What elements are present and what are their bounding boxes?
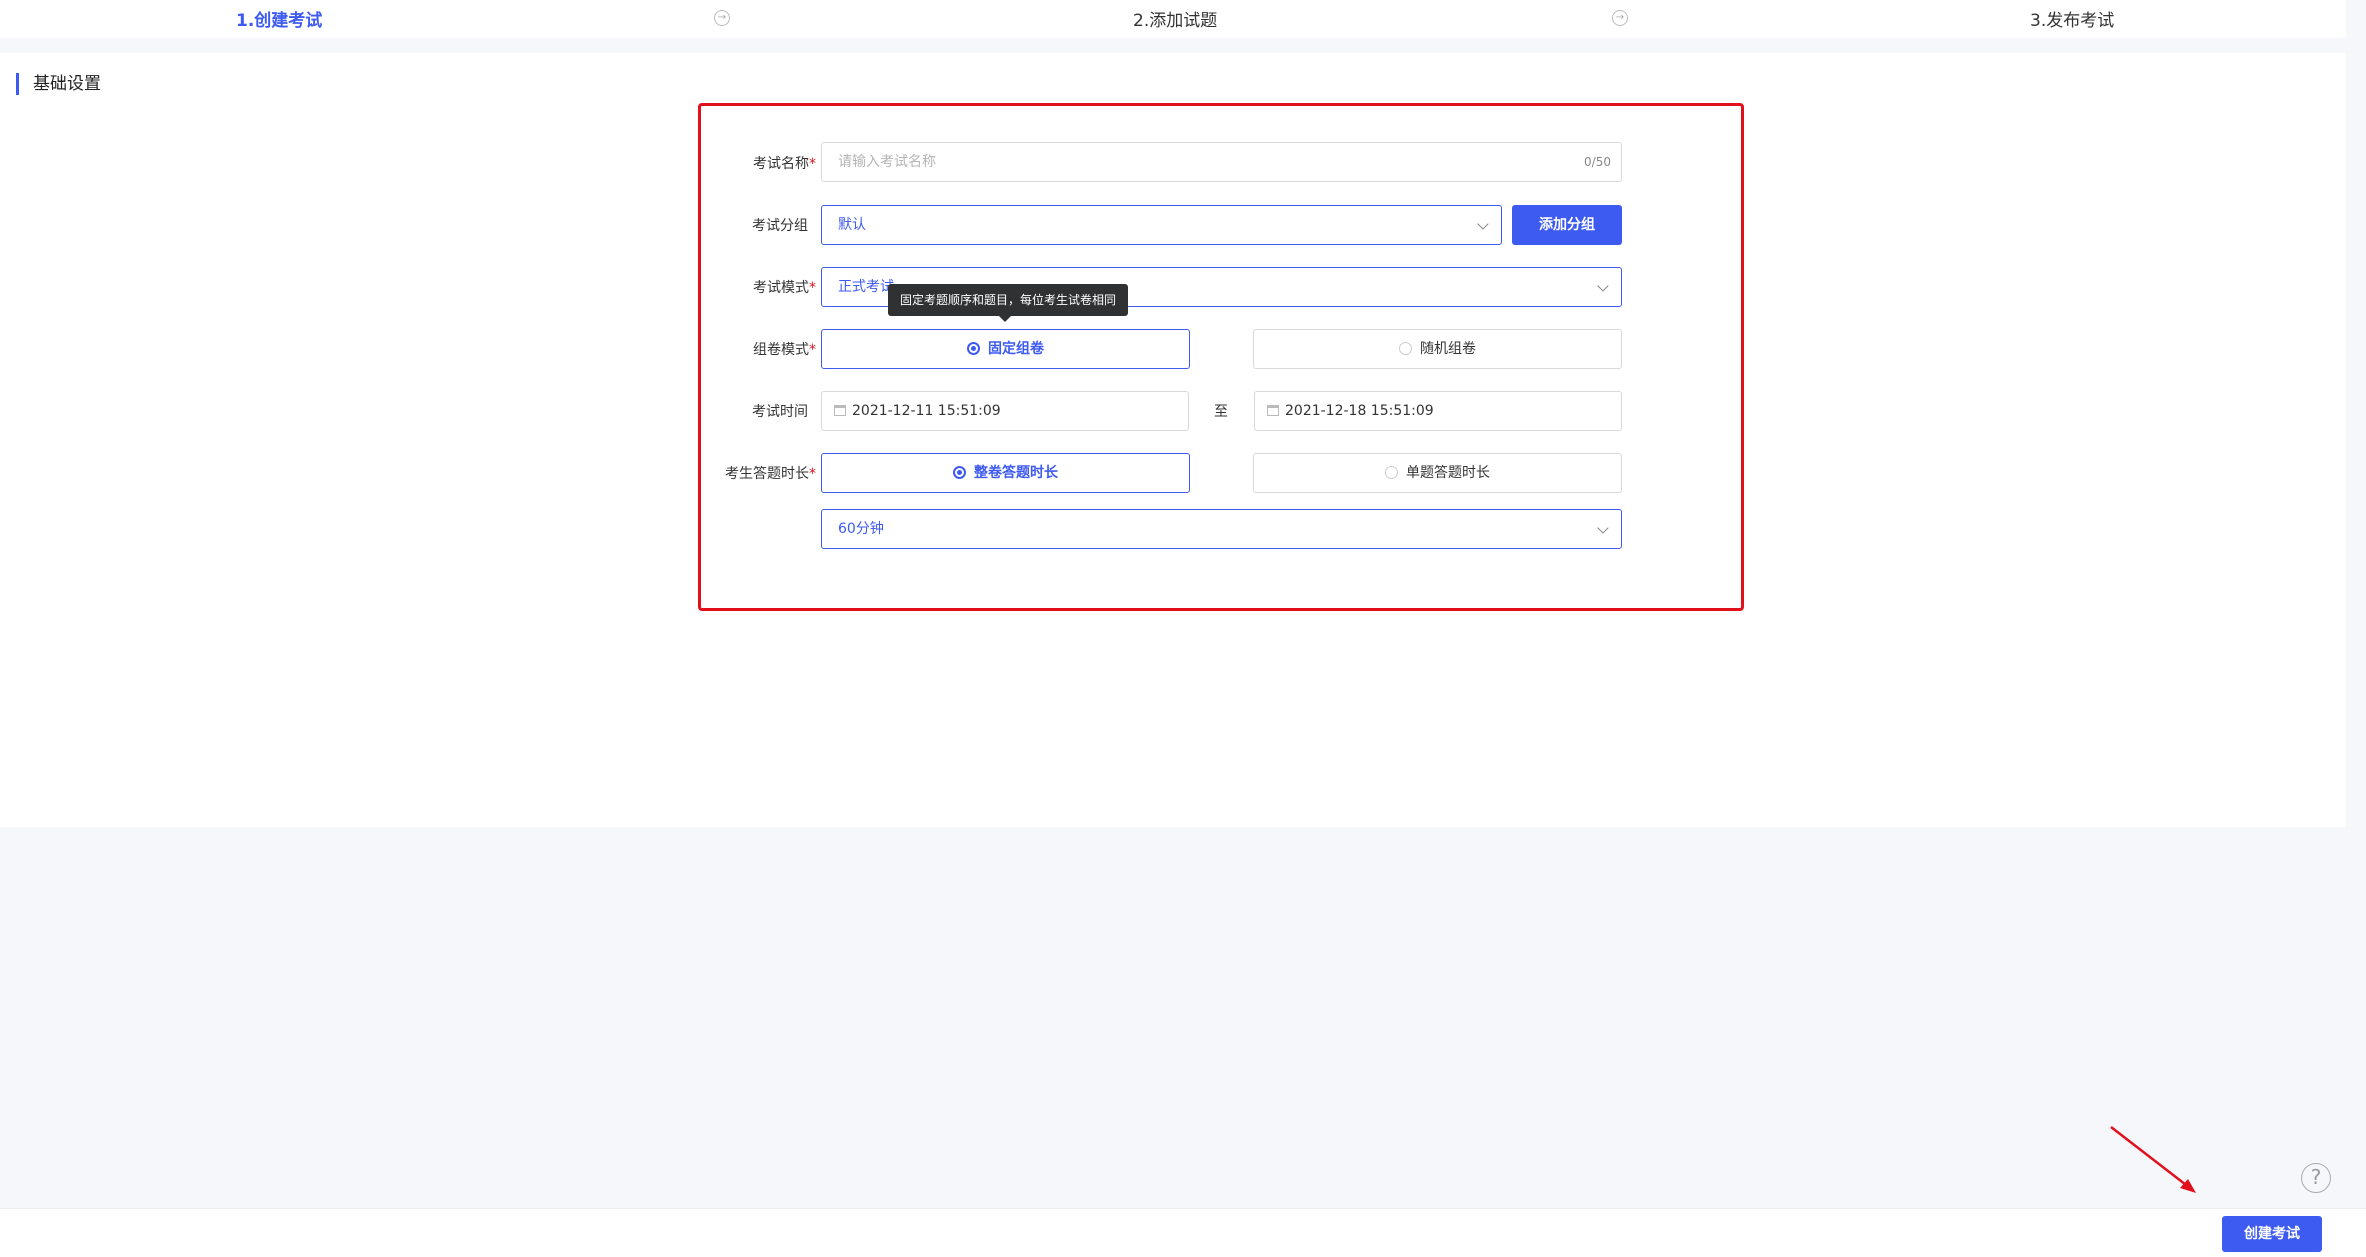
chevron-down-icon: [1477, 218, 1489, 230]
radio-fixed-paper[interactable]: 固定组卷: [821, 329, 1190, 369]
chevron-down-icon: [1597, 280, 1609, 292]
steps-bar: 1.创建考试 → 2.添加试题 → 3.发布考试: [0, 0, 2346, 38]
duration-select[interactable]: 60分钟: [821, 509, 1622, 549]
calendar-icon: [1267, 405, 1279, 416]
to-label: 至: [1214, 404, 1228, 420]
form-panel: 基础设置 考试名称* 请输入考试名称 0/50 考试分组 默认 添加分组 考试模…: [0, 53, 2346, 827]
footer-bar: 创建考试: [0, 1208, 2366, 1257]
exam-group-select[interactable]: 默认: [821, 205, 1502, 245]
exam-mode-label: 考试模式*: [753, 280, 816, 296]
step-add-questions[interactable]: 2.添加试题: [1133, 6, 1217, 31]
char-count: 0/50: [1584, 155, 1611, 169]
step-arrow-icon: →: [1612, 10, 1628, 26]
tooltip-arrow: [999, 316, 1011, 322]
radio-whole-paper-duration[interactable]: 整卷答题时长: [821, 453, 1190, 493]
radio-checked-icon: [953, 466, 966, 479]
radio-random-paper[interactable]: 随机组卷: [1253, 329, 1622, 369]
add-group-button[interactable]: 添加分组: [1512, 205, 1622, 245]
help-icon[interactable]: ?: [2301, 1163, 2331, 1193]
step-create-exam[interactable]: 1.创建考试: [236, 6, 322, 31]
radio-unchecked-icon: [1399, 342, 1412, 355]
answer-duration-label: 考生答题时长*: [725, 466, 816, 482]
radio-per-question-duration[interactable]: 单题答题时长: [1253, 453, 1622, 493]
chevron-down-icon: [1597, 522, 1609, 534]
exam-mode-value: 正式考试: [838, 279, 894, 295]
paper-mode-tooltip: 固定考题顺序和题目，每位考生试卷相同: [888, 284, 1129, 316]
step-publish-exam[interactable]: 3.发布考试: [2030, 6, 2114, 31]
step-arrow-icon: →: [714, 10, 730, 26]
section-title: 基础设置: [16, 73, 101, 95]
start-time-picker[interactable]: 2021-12-11 15:51:09: [821, 391, 1189, 431]
exam-name-input[interactable]: 请输入考试名称 0/50: [821, 142, 1622, 182]
calendar-icon: [834, 405, 846, 416]
exam-time-label: 考试时间: [752, 404, 808, 420]
exam-group-label: 考试分组: [752, 218, 808, 234]
radio-checked-icon: [967, 342, 980, 355]
end-time-picker[interactable]: 2021-12-18 15:51:09: [1254, 391, 1622, 431]
create-exam-button[interactable]: 创建考试: [2222, 1216, 2322, 1252]
paper-mode-label: 组卷模式*: [753, 342, 816, 358]
exam-group-value: 默认: [838, 217, 866, 233]
radio-unchecked-icon: [1385, 466, 1398, 479]
exam-name-label: 考试名称*: [753, 156, 816, 172]
duration-value: 60分钟: [838, 521, 884, 537]
exam-name-placeholder: 请输入考试名称: [838, 154, 936, 170]
annotation-arrow-icon: [2110, 1126, 2196, 1193]
